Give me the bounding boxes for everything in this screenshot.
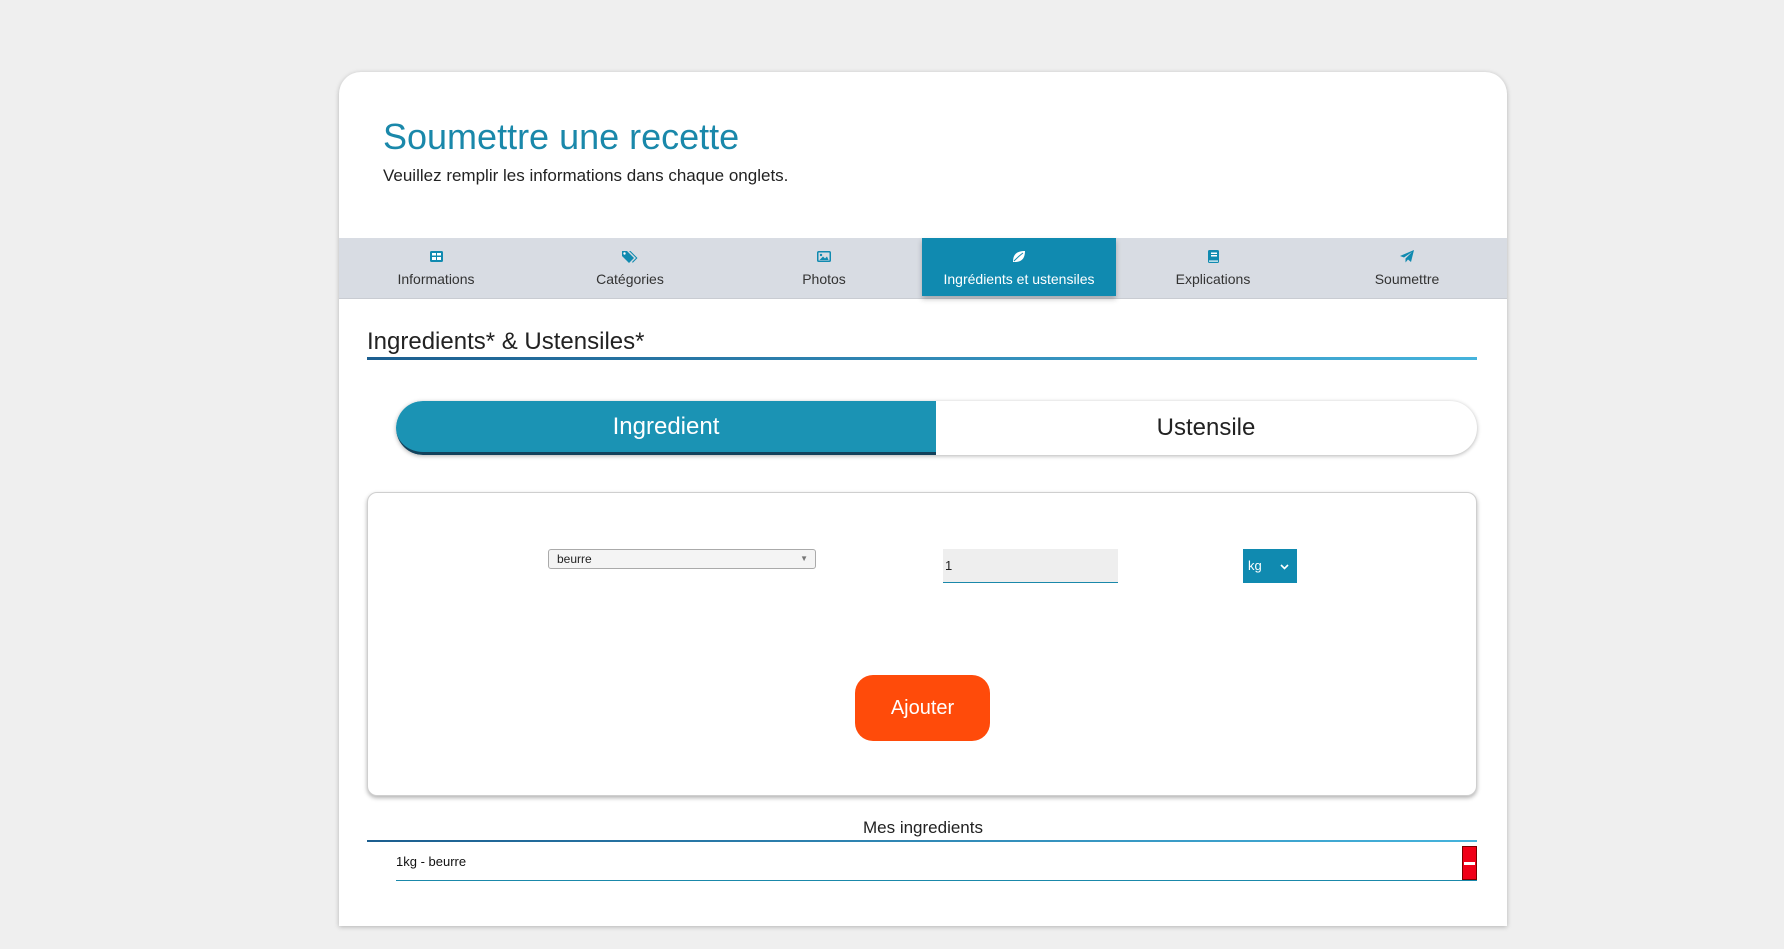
recipe-form-card: Soumettre une recette Veuillez remplir l… bbox=[339, 72, 1507, 926]
tab-ingredients-ustensiles[interactable]: Ingrédients et ustensiles bbox=[922, 238, 1116, 296]
tab-label: Soumettre bbox=[1374, 271, 1440, 287]
tab-categories[interactable]: Catégories bbox=[533, 238, 727, 297]
tab-label: Ingrédients et ustensiles bbox=[943, 271, 1095, 287]
tab-label: Catégories bbox=[596, 271, 664, 287]
list-item: 1kg - beurre bbox=[396, 846, 1477, 881]
list-item-text: 1kg - beurre bbox=[396, 854, 467, 869]
dropdown-arrow-icon: ▼ bbox=[800, 554, 808, 563]
ingredient-ustensile-toggle: Ingredient Ustensile bbox=[396, 401, 1477, 455]
unit-select-value: kg bbox=[1248, 558, 1262, 573]
tab-label: Photos bbox=[802, 271, 846, 287]
tab-photos[interactable]: Photos bbox=[727, 238, 921, 297]
remove-button[interactable] bbox=[1462, 846, 1477, 880]
tab-soumettre[interactable]: Soumettre bbox=[1310, 238, 1504, 297]
book-icon bbox=[1207, 249, 1219, 263]
ingredient-form: beurre ▼ kg Ajouter bbox=[367, 492, 1477, 796]
table-icon bbox=[429, 249, 443, 263]
page-title: Soumettre une recette bbox=[383, 116, 740, 157]
tab-explications[interactable]: Explications bbox=[1116, 238, 1310, 297]
toggle-ustensile[interactable]: Ustensile bbox=[936, 401, 1476, 455]
ingredient-select[interactable]: beurre ▼ bbox=[548, 549, 816, 569]
ingredient-select-value: beurre bbox=[557, 552, 592, 566]
tab-informations[interactable]: Informations bbox=[339, 238, 533, 297]
leaf-icon bbox=[1012, 249, 1026, 263]
minus-icon bbox=[1464, 861, 1475, 865]
section-divider bbox=[367, 357, 1477, 360]
section-title: Ingredients* & Ustensiles* bbox=[367, 328, 645, 355]
tab-bar: Informations Catégories Photos Ingrédien… bbox=[339, 238, 1507, 299]
chevron-down-icon bbox=[1280, 558, 1289, 573]
list-divider bbox=[367, 840, 1477, 842]
ingredients-list-title: Mes ingredients bbox=[862, 818, 983, 837]
tags-icon bbox=[622, 249, 638, 263]
paper-plane-icon bbox=[1400, 249, 1414, 263]
image-icon bbox=[817, 249, 831, 263]
tab-label: Explications bbox=[1175, 271, 1251, 287]
tab-label: Informations bbox=[397, 271, 475, 287]
unit-select[interactable]: kg bbox=[1243, 549, 1297, 583]
add-button[interactable]: Ajouter bbox=[855, 675, 990, 741]
page-subtitle: Veuillez remplir les informations dans c… bbox=[383, 166, 789, 185]
quantity-input[interactable] bbox=[943, 549, 1118, 583]
toggle-ingredient[interactable]: Ingredient bbox=[396, 401, 936, 455]
